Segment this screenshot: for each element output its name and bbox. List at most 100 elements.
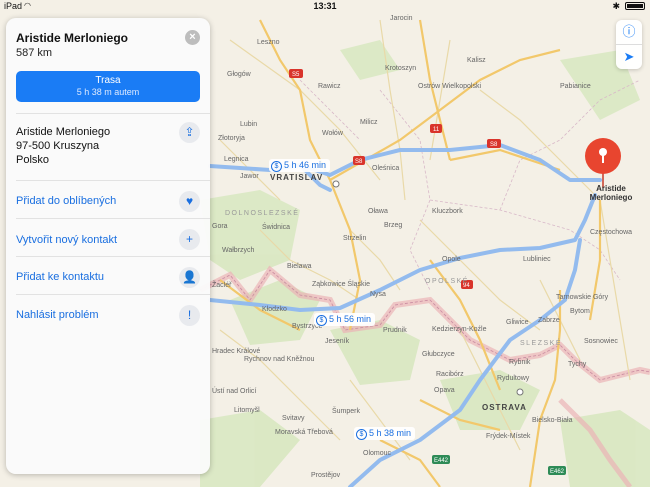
svg-text:Pabianice: Pabianice [560, 83, 591, 90]
speech-bubble-icon[interactable]: ! [179, 305, 200, 326]
region-label: OPOLSKÉ [425, 276, 469, 285]
svg-text:Ostrów Wielkopolski: Ostrów Wielkopolski [418, 83, 481, 90]
svg-text:Rawicz: Rawicz [318, 83, 341, 90]
svg-text:Jarocin: Jarocin [390, 15, 413, 22]
svg-text:Leszno: Leszno [257, 39, 280, 46]
currency-icon: $ [271, 161, 282, 172]
road-shield-label: S8 [355, 159, 363, 165]
svg-text:Gora: Gora [212, 223, 228, 230]
svg-text:Milicz: Milicz [360, 119, 378, 126]
place-card: Aristide Merloniego 587 km × Trasa 5 h 3… [6, 18, 210, 474]
divider [16, 180, 210, 181]
currency-icon: $ [316, 315, 327, 326]
plus-icon[interactable]: + [179, 229, 200, 250]
region-label: SLEZSKÉ [520, 338, 562, 347]
svg-text:Legnica: Legnica [224, 156, 249, 163]
svg-text:Racibórz: Racibórz [436, 371, 464, 378]
city-label-vratislav: VRATISLAV [270, 173, 323, 182]
road-shield-label: S8 [490, 142, 498, 148]
bluetooth-icon: ✱ [612, 1, 620, 11]
svg-text:Bielsko-Biała: Bielsko-Biała [532, 417, 573, 424]
svg-text:Lubin: Lubin [240, 121, 257, 128]
svg-text:Głubczyce: Głubczyce [422, 351, 455, 358]
svg-text:Wałbrzych: Wałbrzych [222, 247, 255, 254]
info-icon[interactable]: ⓘ [616, 20, 642, 44]
svg-text:Žacléř: Žacléř [212, 280, 232, 289]
svg-text:Tarnowskie Góry: Tarnowskie Góry [556, 294, 609, 301]
svg-text:Frýdek-Místek: Frýdek-Místek [486, 433, 531, 440]
location-arrow-icon[interactable]: ➤ [616, 45, 642, 69]
divider [16, 113, 210, 114]
svg-text:Opole: Opole [442, 256, 461, 263]
svg-text:Ústí nad Orlicí: Ústí nad Orlicí [212, 386, 256, 395]
divider [16, 294, 210, 295]
svg-text:Rydultowy: Rydultowy [497, 375, 530, 382]
svg-text:Šumperk: Šumperk [332, 406, 361, 415]
place-distance: 587 km [16, 47, 53, 59]
svg-text:Nysa: Nysa [370, 291, 386, 298]
svg-text:Kalisz: Kalisz [467, 57, 486, 64]
road-shield-label: S5 [292, 72, 300, 78]
city-label-ostrava: OSTRAVA [482, 403, 527, 412]
create-contact-link[interactable]: Vytvořit nový kontakt [16, 234, 117, 246]
svg-text:Tychy: Tychy [568, 361, 587, 368]
svg-text:Jawor: Jawor [240, 173, 259, 180]
svg-text:Złotoryja: Złotoryja [218, 135, 245, 142]
svg-text:Brzeg: Brzeg [384, 222, 402, 229]
svg-text:Rybnik: Rybnik [509, 359, 531, 366]
add-to-contact-link[interactable]: Přidat ke kontaktu [16, 271, 104, 283]
svg-text:Gliwice: Gliwice [506, 319, 529, 326]
status-time: 13:31 [313, 1, 337, 11]
svg-text:Krotoszyn: Krotoszyn [385, 65, 416, 72]
map-controls: ⓘ ➤ [616, 20, 642, 69]
svg-text:Bielawa: Bielawa [287, 263, 312, 270]
add-person-icon[interactable]: 👤 [179, 267, 200, 288]
place-title: Aristide Merloniego [16, 31, 129, 45]
svg-text:Sosnowiec: Sosnowiec [584, 338, 618, 345]
svg-text:Olomouc: Olomouc [363, 450, 392, 457]
svg-text:Opava: Opava [434, 387, 455, 394]
route-time-label[interactable]: $5 h 38 min [354, 427, 416, 440]
svg-text:Prostějov: Prostějov [311, 472, 341, 479]
report-problem-link[interactable]: Nahlásit problém [16, 309, 99, 321]
svg-text:Kluczbork: Kluczbork [432, 208, 463, 215]
heart-icon[interactable]: ♥ [179, 191, 200, 212]
svg-text:Kłodzko: Kłodzko [262, 306, 287, 313]
svg-text:Świdnica: Świdnica [262, 222, 290, 231]
road-shield-label: 11 [433, 127, 440, 133]
region-label: DOLNOSLEZSKÉ [225, 208, 299, 217]
share-icon[interactable]: ⇪ [179, 122, 200, 143]
svg-text:Wołów: Wołów [322, 130, 344, 137]
svg-text:Rychnov nad Kněžnou: Rychnov nad Kněžnou [244, 356, 315, 363]
svg-text:Głogów: Głogów [227, 71, 252, 78]
svg-text:Częstochowa: Częstochowa [590, 229, 632, 236]
svg-text:Hradec Králové: Hradec Králové [212, 348, 260, 355]
add-to-favorites-link[interactable]: Přidat do oblíbených [16, 195, 116, 207]
svg-text:Litomyšl: Litomyšl [234, 407, 260, 414]
svg-text:Moravská Třebová: Moravská Třebová [275, 429, 333, 436]
svg-text:Strzelin: Strzelin [343, 235, 366, 242]
currency-icon: $ [356, 429, 367, 440]
close-icon[interactable]: × [185, 30, 200, 45]
address[interactable]: Aristide Merloniego 97-500 Kruszyna Pols… [16, 125, 110, 167]
road-shield-label: E442 [434, 458, 449, 464]
road-shield-label: E462 [550, 469, 565, 475]
route-button-label: Trasa [95, 75, 121, 86]
route-time-label[interactable]: $5 h 56 min [314, 313, 376, 326]
svg-text:Zabrze: Zabrze [538, 317, 560, 324]
svg-text:Kedzierzyn-Koźle: Kedzierzyn-Koźle [432, 326, 487, 333]
svg-text:Oława: Oława [368, 208, 388, 215]
route-time-label[interactable]: $5 h 46 min [269, 159, 331, 172]
svg-text:Prudnik: Prudnik [383, 327, 407, 334]
svg-text:Oleśnica: Oleśnica [372, 165, 399, 172]
route-button-sublabel: 5 h 38 m autem [76, 87, 140, 97]
svg-text:Jeseník: Jeseník [325, 338, 350, 345]
svg-text:Bytom: Bytom [570, 308, 590, 315]
pin-label: Aristide Merloniego [589, 184, 633, 202]
svg-text:Svitavy: Svitavy [282, 415, 305, 422]
divider [16, 256, 210, 257]
route-button[interactable]: Trasa 5 h 38 m autem [16, 71, 200, 102]
battery-icon [625, 2, 645, 10]
svg-text:Lubliniec: Lubliniec [523, 256, 551, 263]
status-bar: iPad ◠ 13:31 ✱ [0, 0, 650, 13]
